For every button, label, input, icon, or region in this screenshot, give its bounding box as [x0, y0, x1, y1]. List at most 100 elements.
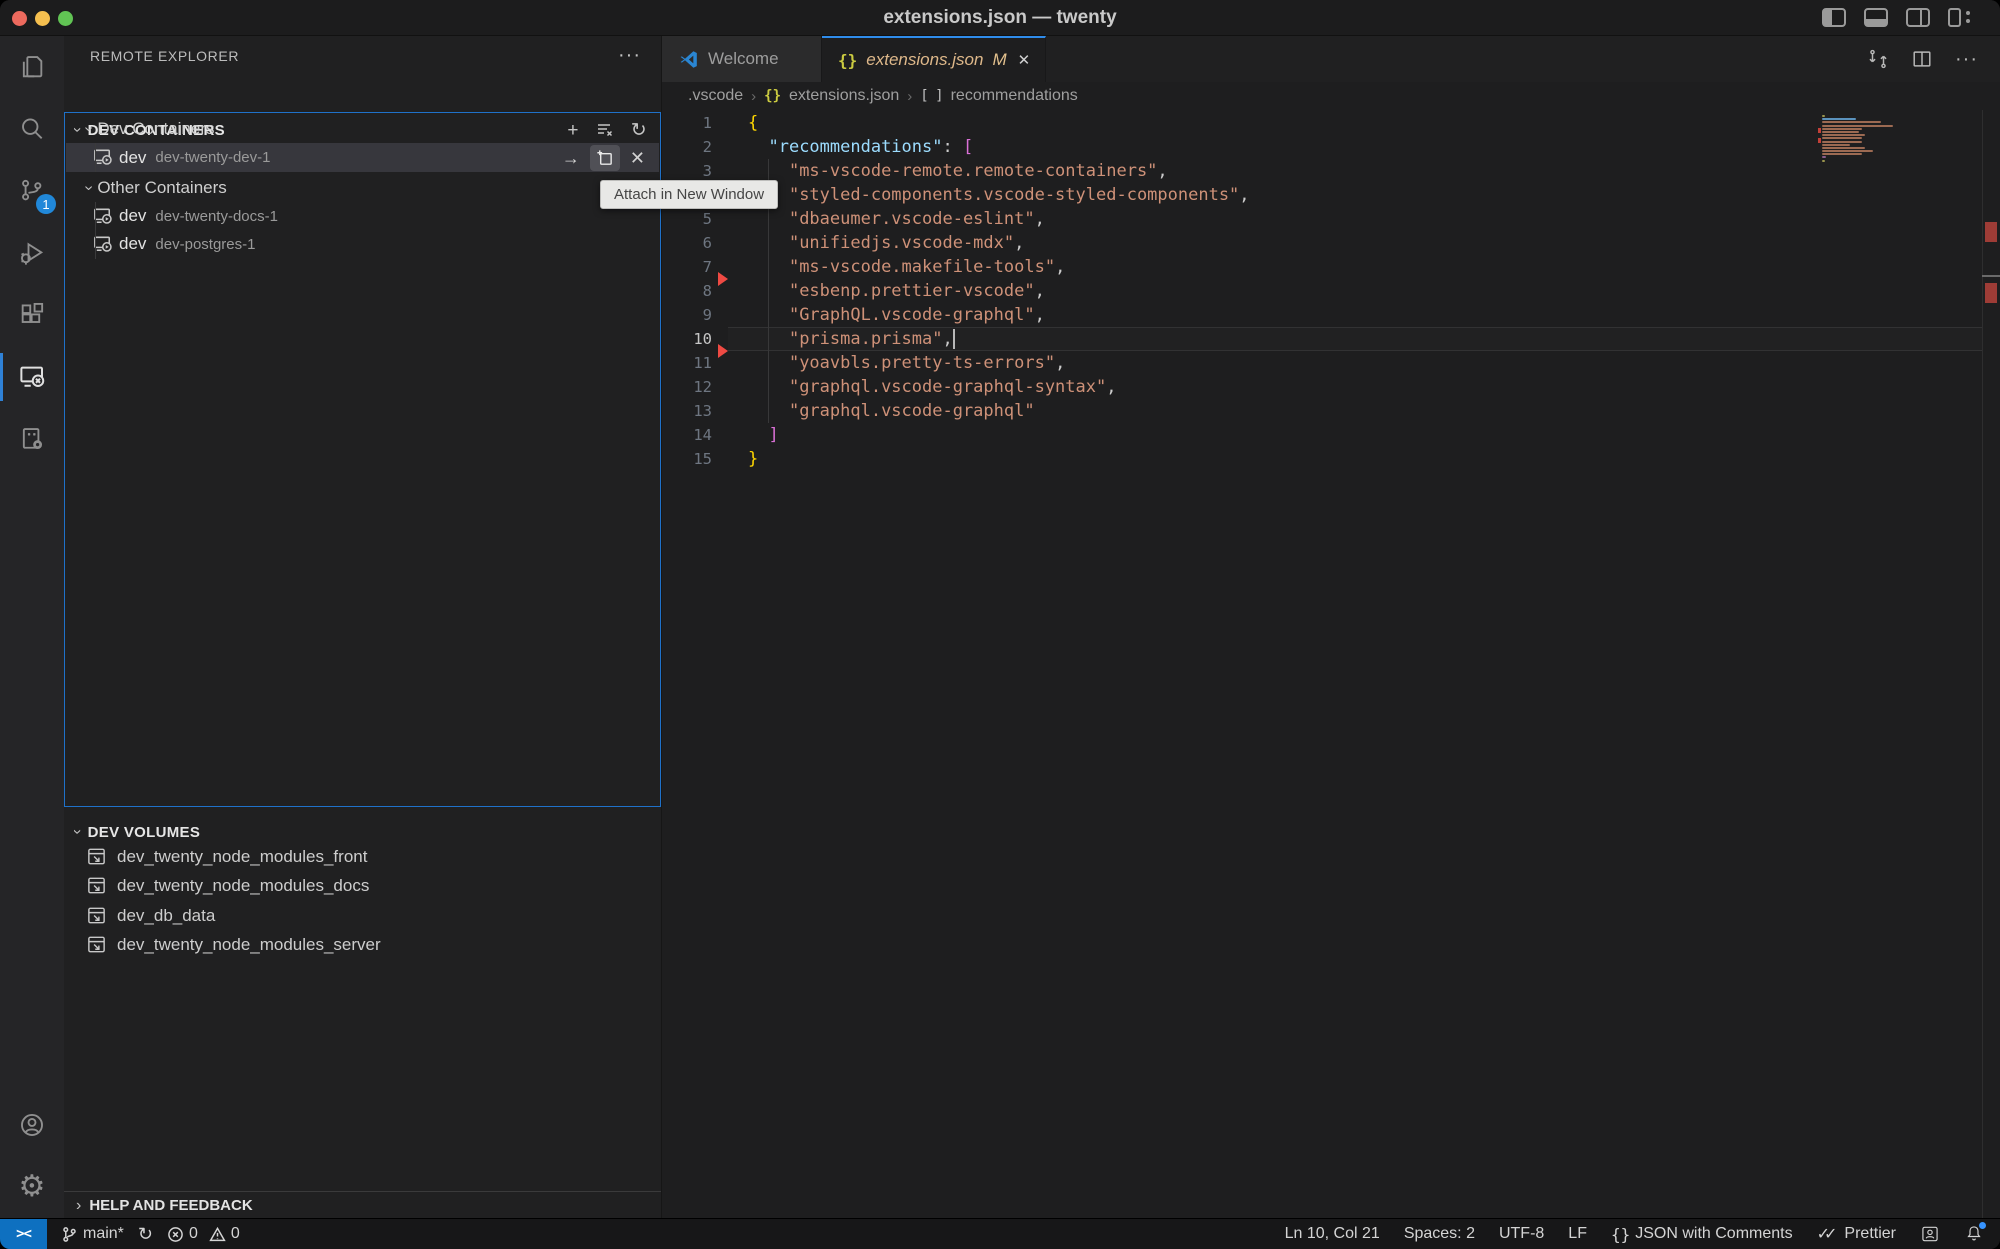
minimize-window-button[interactable] — [35, 11, 50, 26]
extensions-icon[interactable] — [0, 284, 64, 346]
chevron-down-icon: › — [80, 185, 98, 190]
volume-item[interactable]: dev_db_data — [64, 901, 661, 930]
minimap-line — [1822, 131, 1859, 133]
minimap-line — [1822, 134, 1865, 136]
minimap-line — [1822, 121, 1881, 123]
tree-group-dev-containers[interactable]: › Dev Containers — [66, 115, 659, 143]
chevron-down-icon: › — [68, 829, 86, 835]
minimap-line — [1822, 118, 1856, 120]
remote-explorer-icon[interactable] — [0, 346, 64, 408]
attach-in-new-window-icon[interactable] — [590, 145, 620, 171]
customize-layout-icon[interactable] — [1948, 8, 1972, 27]
settings-gear-icon[interactable]: ⚙ — [0, 1156, 64, 1218]
code-line[interactable]: "ms-vscode-remote.remote-containers", — [662, 159, 2000, 183]
tree-group-other-containers[interactable]: › Other Containers — [66, 174, 659, 202]
minimap-line — [1822, 147, 1865, 149]
feedback-icon[interactable] — [1920, 1224, 1940, 1244]
tree-item-dev-postgres-1[interactable]: dev dev-postgres-1 — [66, 230, 659, 258]
remote-explorer-sidebar: REMOTE EXPLORER ··· › DEV CONTAINERS + ↻… — [64, 36, 662, 1218]
tab-bar: Welcome {} extensions.json M ✕ ··· — [662, 36, 2000, 82]
editor-more-actions-icon[interactable]: ··· — [1955, 48, 1978, 71]
editor-group: Welcome {} extensions.json M ✕ ··· .vsco… — [662, 36, 2000, 1218]
text-cursor — [953, 329, 955, 349]
volume-item[interactable]: dev_twenty_node_modules_docs — [64, 871, 661, 900]
minimap-line — [1822, 141, 1862, 143]
json-braces-icon: {} — [1611, 1225, 1630, 1244]
breadcrumb-file[interactable]: extensions.json — [789, 87, 899, 105]
toggle-primary-sidebar-icon[interactable] — [1822, 8, 1846, 27]
close-tab-icon[interactable]: ✕ — [1018, 51, 1031, 69]
split-editor-icon[interactable] — [1911, 48, 1933, 70]
volume-item[interactable]: dev_twenty_node_modules_server — [64, 930, 661, 959]
accounts-icon[interactable] — [0, 1094, 64, 1156]
open-changes-icon[interactable] — [1867, 48, 1889, 70]
tab-welcome[interactable]: Welcome — [662, 36, 822, 82]
encoding-status[interactable]: UTF-8 — [1499, 1225, 1544, 1243]
toggle-panel-icon[interactable] — [1864, 8, 1888, 27]
code-line[interactable]: "ms-vscode.makefile-tools", — [662, 255, 2000, 279]
code-line[interactable]: "recommendations": [ — [662, 135, 2000, 159]
indentation-status[interactable]: Spaces: 2 — [1404, 1225, 1475, 1243]
tree-item-dev-twenty-docs-1[interactable]: dev dev-twenty-docs-1 — [66, 202, 659, 230]
stop-container-icon[interactable]: ✕ — [630, 149, 645, 167]
code-line[interactable]: "styled-components.vscode-styled-compone… — [662, 183, 2000, 207]
code-editor[interactable]: 123456789101112131415 { "recommendations… — [662, 110, 2000, 1218]
run-debug-icon[interactable] — [0, 222, 64, 284]
container-tools-icon[interactable] — [0, 408, 64, 470]
notifications-bell-icon[interactable] — [1964, 1224, 1984, 1244]
volume-item[interactable]: dev_twenty_node_modules_front — [64, 842, 661, 871]
code-line[interactable]: "GraphQL.vscode-graphql", — [662, 303, 2000, 327]
code-line[interactable]: "esbenp.prettier-vscode", — [662, 279, 2000, 303]
code-lines: { "recommendations": [ "ms-vscode-remote… — [662, 111, 2000, 471]
minimap[interactable] — [1822, 115, 1893, 163]
breadcrumb-folder[interactable]: .vscode — [688, 87, 743, 105]
attach-to-container-icon[interactable]: → — [562, 149, 580, 167]
code-line[interactable]: "yoavbls.pretty-ts-errors", — [662, 351, 2000, 375]
cursor-position-status[interactable]: Ln 10, Col 21 — [1285, 1225, 1380, 1243]
breadcrumb-symbol[interactable]: recommendations — [951, 87, 1078, 105]
help-and-feedback-header[interactable]: › HELP AND FEEDBACK — [64, 1191, 661, 1219]
tree-indent-guide — [95, 143, 96, 172]
minimap-line — [1822, 153, 1862, 155]
minimap-line — [1822, 144, 1850, 146]
toggle-secondary-sidebar-icon[interactable] — [1906, 8, 1930, 27]
minimap-line — [1822, 160, 1825, 162]
code-line[interactable]: ] — [662, 423, 2000, 447]
tree-item-dev-twenty-dev-1[interactable]: dev dev-twenty-dev-1 → ✕ — [66, 143, 659, 172]
sync-changes-icon[interactable]: ↻ — [138, 1224, 153, 1245]
volume-icon — [86, 905, 107, 926]
warning-triangle-icon — [209, 1226, 226, 1243]
code-line[interactable]: } — [662, 447, 2000, 471]
sidebar-pane-title: REMOTE EXPLORER — [64, 36, 661, 76]
code-line[interactable]: "graphql.vscode-graphql" — [662, 399, 2000, 423]
formatter-status[interactable]: ✓✓ Prettier — [1817, 1224, 1896, 1244]
code-line[interactable]: "dbaeumer.vscode-eslint", — [662, 207, 2000, 231]
deleted-lines-marker-icon[interactable] — [718, 344, 728, 358]
activity-bar: 1 ⚙ — [0, 36, 64, 1218]
problems-status[interactable]: 0 0 — [167, 1225, 240, 1243]
dev-containers-tree: › Dev Containers dev dev-twenty-dev-1 → … — [64, 112, 661, 807]
titlebar: extensions.json — twenty — [0, 0, 2000, 36]
code-line[interactable]: "graphql.vscode-graphql-syntax", — [662, 375, 2000, 399]
chevron-down-icon: › — [80, 126, 98, 131]
language-status[interactable]: {} JSON with Comments — [1611, 1225, 1793, 1244]
deleted-lines-marker-icon[interactable] — [718, 272, 728, 286]
zoom-window-button[interactable] — [58, 11, 73, 26]
code-line[interactable]: "unifiedjs.vscode-mdx", — [662, 231, 2000, 255]
more-actions-icon[interactable]: ··· — [618, 36, 641, 76]
search-icon[interactable] — [0, 98, 64, 160]
window-title: extensions.json — twenty — [883, 7, 1116, 29]
tab-extensions-json[interactable]: {} extensions.json M ✕ — [822, 36, 1046, 82]
breadcrumb-separator: › — [907, 88, 912, 105]
close-window-button[interactable] — [12, 11, 27, 26]
json-braces-icon: {} — [838, 51, 857, 70]
remote-indicator[interactable]: >< — [0, 1219, 47, 1249]
explorer-icon[interactable] — [0, 36, 64, 98]
code-line[interactable]: { — [662, 111, 2000, 135]
branch-status[interactable]: main* — [61, 1225, 124, 1243]
eol-status[interactable]: LF — [1568, 1225, 1587, 1243]
volume-icon — [86, 846, 107, 867]
source-control-icon[interactable]: 1 — [0, 160, 64, 222]
code-line[interactable]: "prisma.prisma", — [662, 327, 2000, 351]
tooltip: Attach in New Window — [600, 180, 778, 209]
